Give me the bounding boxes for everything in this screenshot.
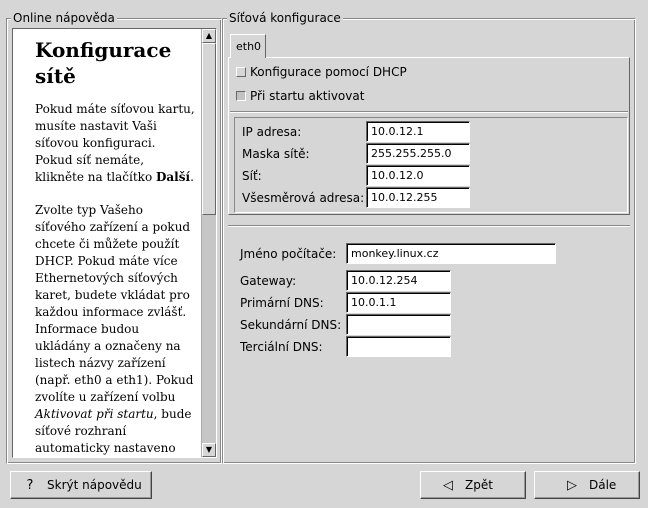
help-group-title: Online nápověda <box>11 11 117 25</box>
help-emphasis-next: Další <box>156 170 191 184</box>
network-label: Síť: <box>242 169 262 183</box>
help-paragraph-1: Pokud máte síťovou kartu, musíte nastavi… <box>35 102 195 184</box>
hide-help-button[interactable]: ? Skrýt nápovědu <box>10 471 152 499</box>
hide-help-label: Skrýt nápovědu <box>47 478 142 492</box>
gateway-input[interactable]: 10.0.12.254 <box>346 270 451 291</box>
help-text: Konfigurace sítě Pokud máte síťovou kart… <box>13 29 202 457</box>
dhcp-checkbox[interactable] <box>236 67 246 77</box>
network-input[interactable]: 10.0.12.0 <box>366 165 470 186</box>
tertiary-dns-input[interactable] <box>346 336 451 357</box>
tab-eth0[interactable]: eth0 <box>230 34 266 58</box>
netmask-input[interactable]: 255.255.255.0 <box>366 143 470 164</box>
section-separator <box>228 225 630 227</box>
hostname-input[interactable]: monkey.linux.cz <box>346 243 556 264</box>
netmask-label: Maska sítě: <box>242 147 310 161</box>
help-question-icon: ? <box>26 477 34 493</box>
ip-address-input[interactable]: 10.0.12.1 <box>366 121 470 142</box>
tertiary-dns-label: Terciální DNS: <box>240 340 323 354</box>
dhcp-checkbox-row[interactable]: Konfigurace pomocí DHCP <box>236 64 407 80</box>
next-button[interactable]: ▷ Dále <box>534 471 640 499</box>
secondary-dns-input[interactable] <box>346 314 451 335</box>
gateway-label: Gateway: <box>240 274 297 288</box>
help-heading: Konfigurace sítě <box>35 38 172 88</box>
help-view: Konfigurace sítě Pokud máte síťovou kart… <box>12 28 217 458</box>
hostname-label: Jméno počítače: <box>240 247 337 261</box>
broadcast-label: Všesměrová adresa: <box>242 191 365 205</box>
network-group-title: Síťová konfigurace <box>227 11 343 25</box>
notebook-separator <box>230 111 628 113</box>
help-paragraph-2: Zvolte typ Vašeho síťového zařízení a po… <box>35 203 194 455</box>
back-label: Zpět <box>465 478 493 492</box>
primary-dns-label: Primární DNS: <box>240 296 324 310</box>
boot-checkbox-row[interactable]: Při startu aktivovat <box>236 88 364 104</box>
dhcp-label: Konfigurace pomocí DHCP <box>250 65 407 79</box>
back-button[interactable]: ◁ Zpět <box>420 471 526 499</box>
help-scrollbar[interactable]: ▲ ▼ <box>201 29 216 457</box>
broadcast-input[interactable]: 10.0.12.255 <box>366 187 470 208</box>
secondary-dns-label: Sekundární DNS: <box>240 318 342 332</box>
next-label: Dále <box>589 478 617 492</box>
boot-label: Při startu aktivovat <box>250 89 365 103</box>
scroll-up-arrow-icon[interactable]: ▲ <box>202 29 216 43</box>
scroll-thumb[interactable] <box>202 43 216 215</box>
ip-label: IP adresa: <box>242 125 302 139</box>
help-emphasis-boot: Aktivovat při startu <box>35 407 154 421</box>
scroll-down-arrow-icon[interactable]: ▼ <box>202 443 216 457</box>
next-arrow-icon: ▷ <box>567 477 577 493</box>
boot-checkbox[interactable] <box>236 91 246 101</box>
back-arrow-icon: ◁ <box>443 477 453 493</box>
primary-dns-input[interactable]: 10.0.1.1 <box>346 292 451 313</box>
